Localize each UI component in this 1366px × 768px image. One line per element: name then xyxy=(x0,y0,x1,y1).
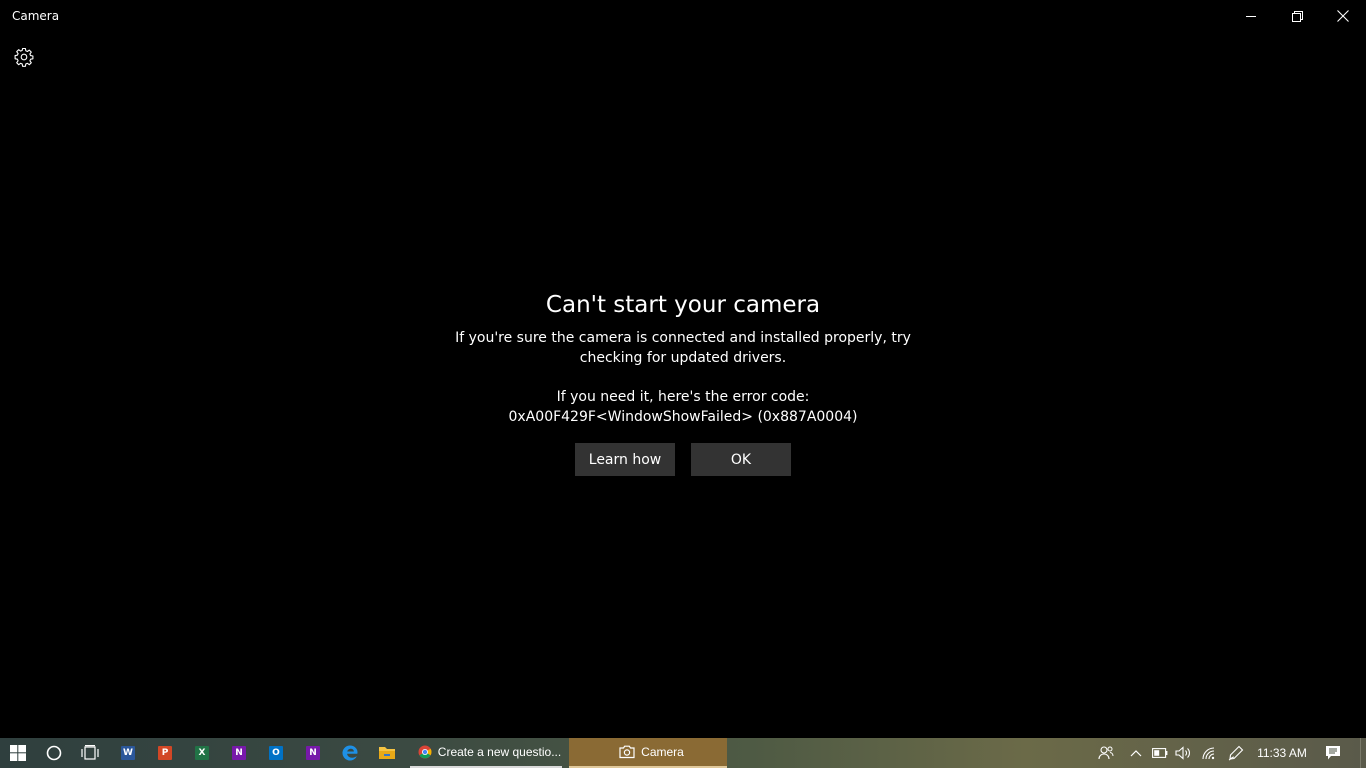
wifi-icon xyxy=(1202,747,1215,760)
error-code: 0xA00F429F<WindowShowFailed> (0x887A0004… xyxy=(508,409,858,425)
cortana-circle-icon xyxy=(46,745,62,761)
error-message: If you're sure the camera is connected a… xyxy=(455,330,911,366)
show-hidden-icons-button[interactable] xyxy=(1124,738,1148,768)
error-title: Can't start your camera xyxy=(545,292,821,318)
wifi-button[interactable] xyxy=(1197,738,1221,768)
outlook-taskbar-button[interactable]: O xyxy=(258,738,294,768)
taskbar: W P X N O N Create a new questio... Came… xyxy=(0,738,1366,768)
gear-icon xyxy=(14,47,34,67)
people-icon xyxy=(1098,746,1114,760)
chrome-icon xyxy=(418,745,432,759)
camera-taskbar-window[interactable]: Camera xyxy=(569,738,727,768)
word-taskbar-button[interactable]: W xyxy=(110,738,146,768)
chrome-window-label: Create a new questio... xyxy=(437,745,562,759)
excel-taskbar-button[interactable]: X xyxy=(184,738,220,768)
cortana-button[interactable] xyxy=(36,738,72,768)
battery-icon xyxy=(1152,748,1168,758)
settings-button[interactable] xyxy=(10,43,38,71)
show-desktop-button[interactable] xyxy=(1360,738,1366,768)
error-code-label: If you need it, here's the error code: xyxy=(556,389,810,405)
windows-ink-button[interactable] xyxy=(1224,738,1248,768)
volume-button[interactable] xyxy=(1171,738,1195,768)
start-button[interactable] xyxy=(0,738,36,768)
pen-ink-icon xyxy=(1228,745,1244,761)
powerpoint-icon: P xyxy=(158,746,172,760)
restore-icon xyxy=(1291,10,1303,22)
people-button[interactable] xyxy=(1094,738,1118,768)
outlook-icon: O xyxy=(269,746,283,760)
close-icon xyxy=(1337,10,1349,22)
windows-start-icon xyxy=(10,745,26,761)
onenote-2-taskbar-button[interactable]: N xyxy=(295,738,331,768)
error-panel: Can't start your camera If you're sure t… xyxy=(383,288,983,476)
volume-icon xyxy=(1175,746,1190,760)
chevron-up-icon xyxy=(1130,750,1142,757)
error-actions: Learn how OK xyxy=(383,443,983,476)
window-title: Camera xyxy=(12,9,60,23)
camera-window-label: Camera xyxy=(641,745,684,759)
edge-taskbar-button[interactable] xyxy=(332,738,368,768)
onenote-taskbar-button[interactable]: N xyxy=(221,738,257,768)
minimize-button[interactable] xyxy=(1228,0,1274,32)
learn-how-button[interactable]: Learn how xyxy=(575,443,675,476)
action-center-icon xyxy=(1326,746,1340,760)
edge-icon xyxy=(342,745,358,761)
camera-icon xyxy=(619,745,635,759)
action-center-button[interactable] xyxy=(1320,738,1346,768)
task-view-button[interactable] xyxy=(72,738,108,768)
taskbar-clock[interactable]: 11:33 AM xyxy=(1252,738,1312,768)
chrome-taskbar-window[interactable]: Create a new questio... xyxy=(410,738,562,768)
file-explorer-icon xyxy=(379,747,395,759)
battery-button[interactable] xyxy=(1148,738,1172,768)
onenote-icon: N xyxy=(306,746,320,760)
title-bar: Camera xyxy=(0,0,1366,34)
file-explorer-taskbar-button[interactable] xyxy=(369,738,405,768)
restore-button[interactable] xyxy=(1274,0,1320,32)
powerpoint-taskbar-button[interactable]: P xyxy=(147,738,183,768)
word-icon: W xyxy=(121,746,135,760)
excel-icon: X xyxy=(195,746,209,760)
onenote-icon: N xyxy=(232,746,246,760)
minimize-icon xyxy=(1245,15,1256,17)
task-view-icon xyxy=(81,745,99,760)
close-button[interactable] xyxy=(1320,0,1366,32)
ok-button[interactable]: OK xyxy=(691,443,791,476)
